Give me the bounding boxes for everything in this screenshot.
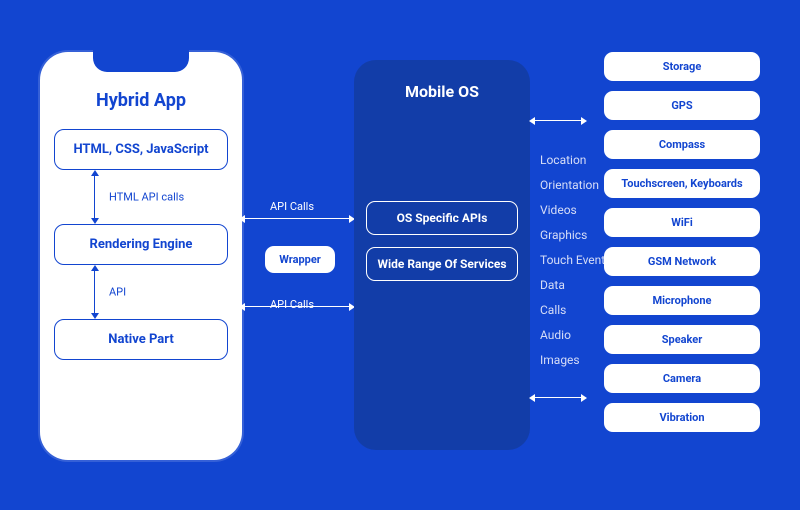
hardware-pill: GSM Network <box>604 247 760 276</box>
features-list: Location Orientation Videos Graphics Tou… <box>540 148 611 373</box>
bidir-arrow-icon <box>94 174 95 220</box>
hardware-pill: Camera <box>604 364 760 393</box>
os-apis-block: OS Specific APIs <box>366 201 518 235</box>
hardware-list: Storage GPS Compass Touchscreen, Keyboar… <box>604 52 760 432</box>
phone-notch <box>93 50 189 72</box>
feature-item: Calls <box>540 298 611 323</box>
feature-item: Data <box>540 273 611 298</box>
native-part-block: Native Part <box>54 319 228 360</box>
mobile-os-title: Mobile OS <box>366 82 518 101</box>
feature-item: Touch Events <box>540 248 611 273</box>
connector-engine-to-native: API <box>54 265 228 319</box>
hybrid-app-title: Hybrid App <box>54 90 228 111</box>
api-calls-label-top: API Calls <box>270 200 314 213</box>
mobile-os-card: Mobile OS OS Specific APIs Wide Range Of… <box>354 60 530 450</box>
hardware-pill: WiFi <box>604 208 760 237</box>
hardware-pill: Microphone <box>604 286 760 315</box>
hardware-pill: Storage <box>604 52 760 81</box>
hardware-pill: Touchscreen, Keyboards <box>604 169 760 198</box>
feature-item: Images <box>540 348 611 373</box>
hardware-pill: GPS <box>604 91 760 120</box>
connector-label: API <box>109 286 126 299</box>
wrapper-pill: Wrapper <box>265 246 335 273</box>
feature-item: Graphics <box>540 223 611 248</box>
connector-web-to-engine: HTML API calls <box>54 170 228 224</box>
rendering-engine-block: Rendering Engine <box>54 224 228 265</box>
feature-item: Audio <box>540 323 611 348</box>
feature-item: Orientation <box>540 173 611 198</box>
hardware-pill: Compass <box>604 130 760 159</box>
hybrid-app-phone: Hybrid App HTML, CSS, JavaScript HTML AP… <box>40 52 242 460</box>
bidir-arrow-icon <box>534 120 582 121</box>
web-tech-block: HTML, CSS, JavaScript <box>54 129 228 170</box>
connector-label: HTML API calls <box>109 191 184 204</box>
api-calls-label-bottom: API Calls <box>270 298 314 311</box>
feature-item: Location <box>540 148 611 173</box>
bidir-arrow-icon <box>94 269 95 315</box>
feature-item: Videos <box>540 198 611 223</box>
bidir-arrow-icon <box>534 397 582 398</box>
hardware-pill: Speaker <box>604 325 760 354</box>
services-block: Wide Range Of Services <box>366 247 518 281</box>
bidir-arrow-icon <box>244 218 350 219</box>
hardware-pill: Vibration <box>604 403 760 432</box>
